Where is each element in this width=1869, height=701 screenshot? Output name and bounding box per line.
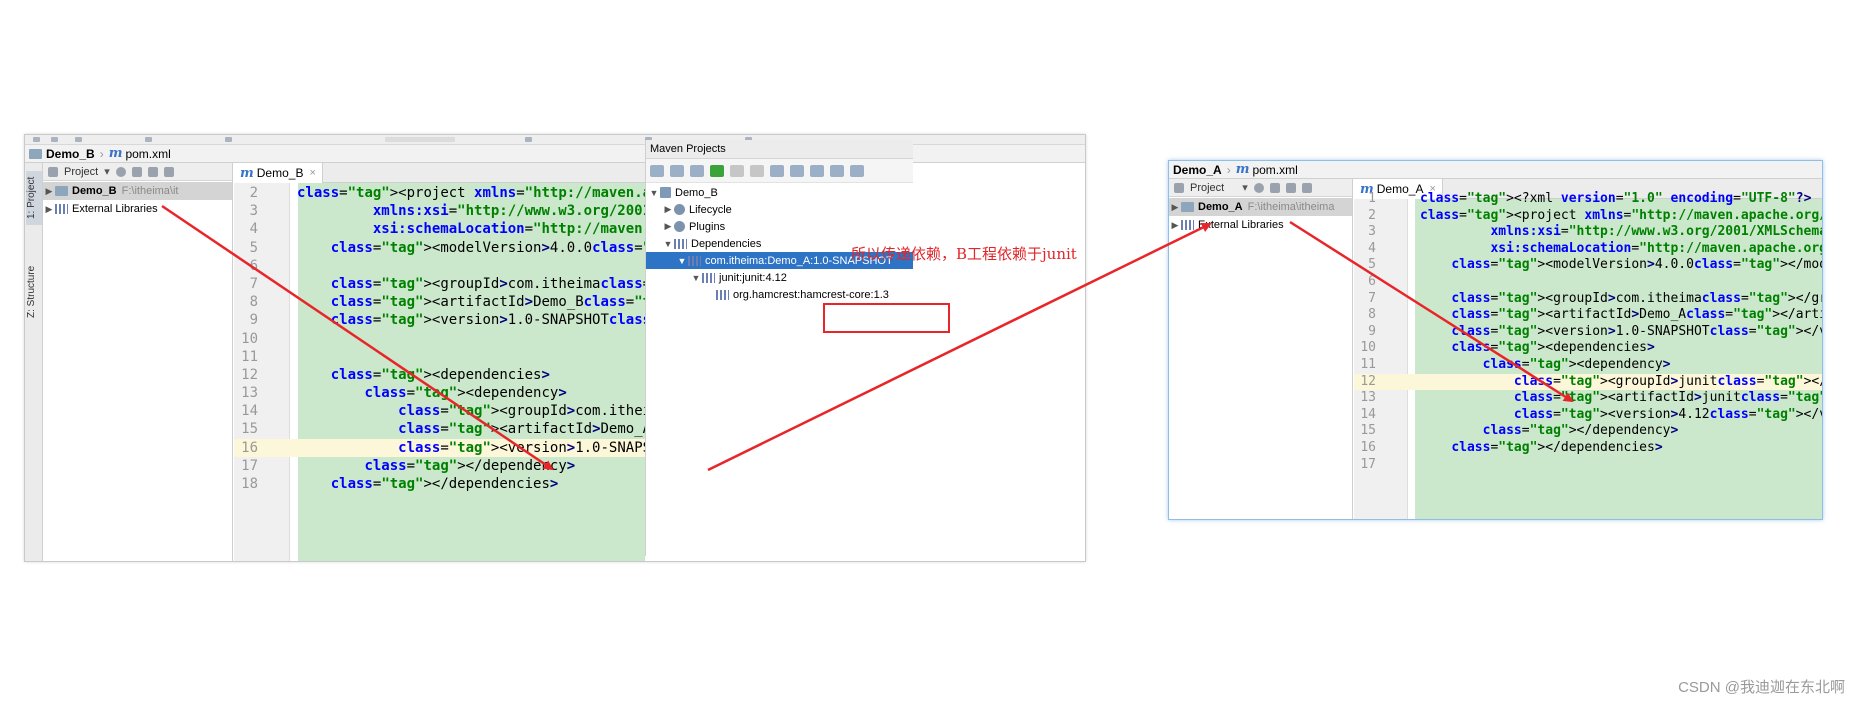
arrow-to-dependency — [161, 204, 554, 471]
annotation-arrows — [161, 204, 1574, 472]
arrow-to-junit — [1289, 220, 1574, 403]
arrow-to-demo-a — [707, 222, 1212, 472]
csdn-watermark: CSDN @我迪迦在东北啊 — [1678, 679, 1845, 696]
